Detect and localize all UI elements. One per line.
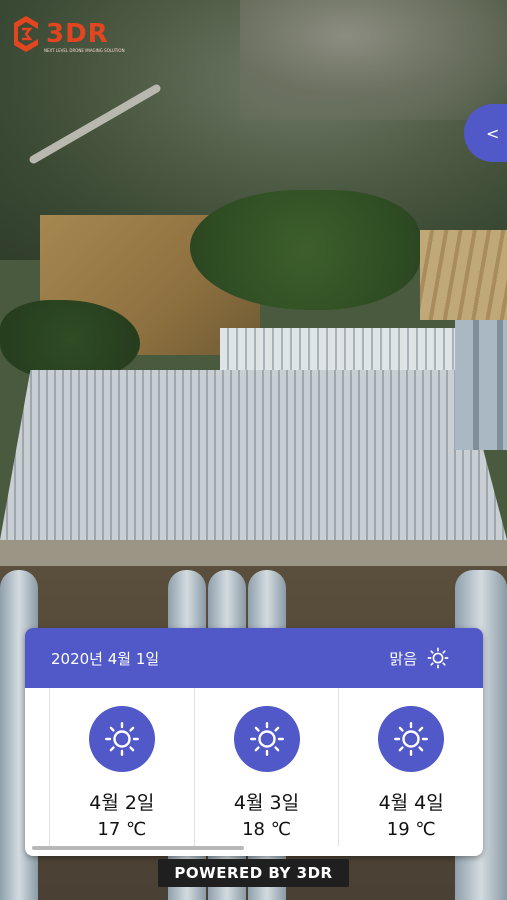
forecast-icon-badge: [88, 706, 155, 772]
forecast-date: 4월 4일: [378, 792, 444, 814]
sun-icon: [427, 647, 449, 669]
logo-mark-icon: [14, 16, 38, 52]
farm-road: [0, 540, 507, 566]
powered-by-badge: POWERED BY 3DR: [158, 859, 349, 887]
forecast-date: 4월 2일: [89, 792, 155, 814]
forecast-icon-badge: [378, 706, 445, 772]
current-condition: 맑음: [389, 649, 417, 668]
logo-wordmark: 3DR: [46, 19, 109, 49]
hill-highlight: [240, 0, 507, 120]
greenhouse-complex: [0, 370, 507, 540]
chevron-left-icon: <: [486, 123, 500, 143]
current-weather: 맑음: [389, 647, 449, 669]
sun-icon: [249, 722, 284, 756]
greenhouse-tunnels: [455, 320, 507, 450]
forecast-temp: 17 ℃: [97, 819, 147, 840]
current-date: 2020년 4월 1일: [51, 649, 160, 668]
horizontal-scrollbar[interactable]: [32, 846, 244, 850]
forecast-temp: 19 ℃: [386, 819, 436, 840]
logo-tagline: NEXT LEVEL DRONE IMAGING SOLUTION: [44, 48, 125, 53]
weather-card: 2020년 4월 1일 맑음 4월 2일 17 ℃ 4월 3일 18 ℃ 4월 …: [25, 628, 483, 856]
sun-icon: [394, 722, 429, 756]
forecast-temp: 18 ℃: [242, 819, 291, 840]
greenhouse-roof: [220, 328, 455, 372]
forecast-day: 4월 3일 18 ℃: [193, 688, 339, 846]
forecast-day: 4월 2일 17 ℃: [49, 688, 194, 846]
weather-card-header: 2020년 4월 1일 맑음: [25, 628, 483, 688]
farm-fields: [420, 230, 507, 320]
forecast-day: 4월 4일 19 ℃: [338, 688, 483, 846]
forecast-list[interactable]: 4월 2일 17 ℃ 4월 3일 18 ℃ 4월 4일 19 ℃: [25, 688, 483, 846]
forecast-date: 4월 3일: [233, 792, 300, 814]
sun-icon: [104, 722, 139, 756]
forecast-icon-badge: [233, 706, 300, 772]
